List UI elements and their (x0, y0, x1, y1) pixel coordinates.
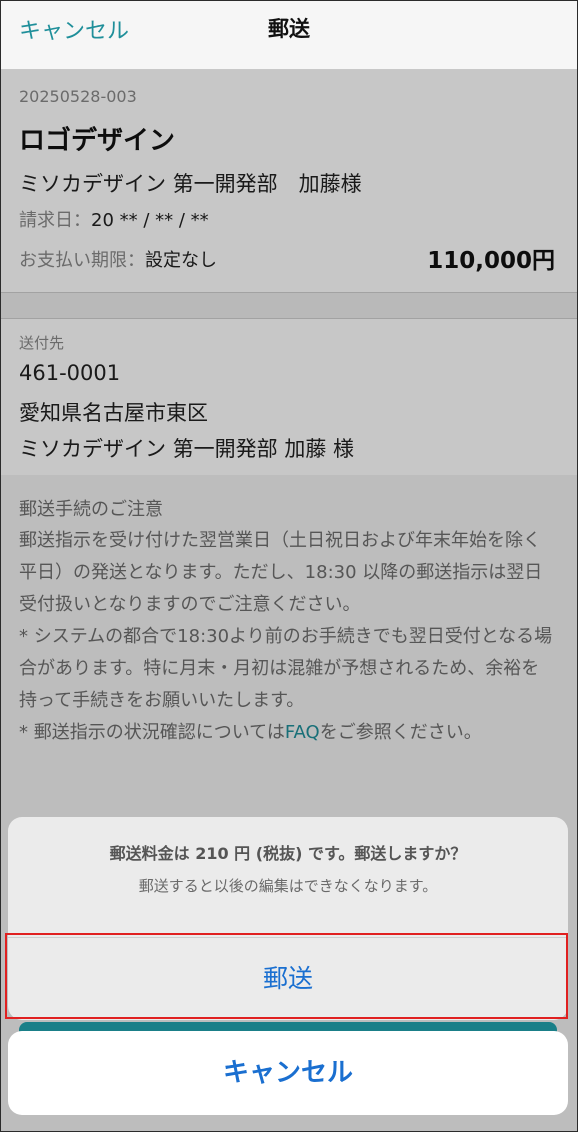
action-sheet-message: 郵送料金は 210 円 (税抜) です。郵送しますか？ (109, 844, 467, 863)
screen: キャンセル 郵送 20250528-003 ロゴデザイン ミソカデザイン 第一開… (0, 0, 578, 1132)
action-sheet-submessage: 郵送すると以後の編集はできなくなります。 (138, 877, 438, 895)
action-sheet-cancel-button[interactable]: キャンセル (8, 1031, 568, 1115)
page-title: 郵送 (268, 17, 310, 41)
action-sheet: 郵送料金は 210 円 (税抜) です。郵送しますか？ 郵送すると以後の編集はで… (8, 817, 568, 1020)
navigation-bar: キャンセル 郵送 (1, 1, 577, 70)
confirm-mail-button[interactable]: 郵送 (8, 938, 568, 1020)
